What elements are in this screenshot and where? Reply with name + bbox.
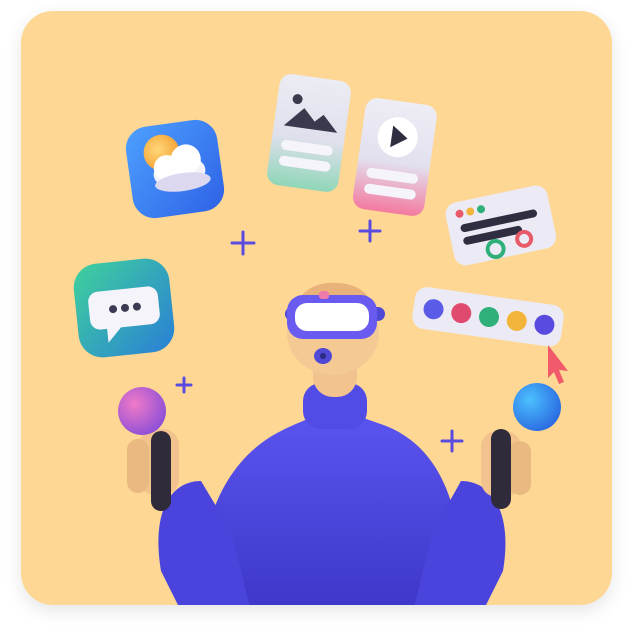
right-controller-icon: [513, 383, 561, 431]
vr-illustration: [21, 11, 612, 605]
illustration-frame: [21, 11, 612, 605]
weather-app-icon: [125, 119, 225, 219]
chat-app-icon: [73, 258, 175, 358]
left-controller-icon: [118, 387, 166, 435]
